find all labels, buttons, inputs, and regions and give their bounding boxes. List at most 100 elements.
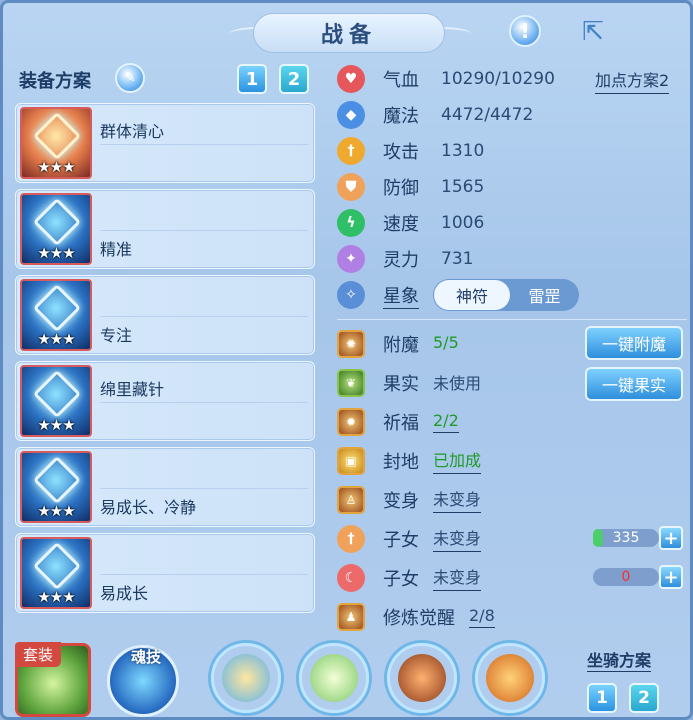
child-1-value: 335: [612, 530, 640, 546]
star-sign-icon: ✧: [337, 281, 365, 309]
stat-row-attack: † 攻击 1310: [337, 133, 687, 169]
divider: [100, 316, 308, 317]
page-title: 战备: [320, 23, 377, 48]
boots-icon: ★★★: [20, 537, 92, 609]
divider: [100, 488, 308, 489]
soul-skill-label: 魂技: [130, 648, 161, 666]
leaf-icon: [310, 654, 358, 702]
info-button[interactable]: !: [509, 15, 541, 47]
child-2-plus-button[interactable]: +: [659, 565, 683, 589]
status-label: 修炼觉醒: [383, 607, 455, 629]
status-row-fruit: ❦ 果实 未使用 一键果实: [337, 363, 687, 402]
stat-label: 灵力: [383, 250, 419, 271]
attributes-panel: 加点方案2 ♥ 气血 10290/10290 ◆ 魔法 4472/4472 † …: [337, 61, 687, 636]
share-icon: ⇱: [582, 17, 604, 47]
dancer-icon: [222, 654, 270, 702]
status-row-transform: ♙ 变身 未变身: [337, 480, 687, 519]
child-2-value: 0: [621, 569, 631, 585]
equip-card-name: 专注: [100, 326, 133, 345]
one-key-enchant-button[interactable]: 一键附魔: [585, 326, 683, 360]
beast-icon: [398, 654, 446, 702]
equip-card-name: 绵里藏针: [100, 380, 165, 399]
shield-icon: ⛊: [337, 173, 365, 201]
soul-skill-slot[interactable]: 魂技: [107, 645, 179, 717]
stat-label: 攻击: [383, 142, 419, 163]
equip-card[interactable]: ★★★ 绵里藏针: [15, 361, 315, 441]
status-row-blessing: ✹ 祈福 2/2: [337, 402, 687, 441]
suit-slot[interactable]: 套装: [15, 642, 91, 717]
share-button[interactable]: ⇱: [575, 17, 611, 47]
suit-label: 套装: [15, 642, 62, 667]
status-value[interactable]: 已加成: [433, 447, 482, 474]
stat-label: 速度: [383, 214, 419, 235]
status-value[interactable]: 2/8: [469, 606, 495, 628]
fruit-icon: ❦: [337, 368, 365, 397]
toggle-option-shenfu[interactable]: 神符: [434, 280, 510, 310]
heart-icon: ♥: [337, 65, 365, 93]
status-row-fief: ▣ 封地 已加成: [337, 441, 687, 480]
one-key-fruit-button[interactable]: 一键果实: [585, 367, 683, 401]
helmet-icon: ★★★: [20, 279, 92, 351]
child-1-bar: 335: [593, 529, 659, 547]
stat-label: 魔法: [383, 106, 419, 127]
star-sign-toggle[interactable]: 神符 雷罡: [433, 279, 579, 311]
edit-plan-button[interactable]: ✎: [115, 63, 145, 93]
equip-plan-title: 装备方案: [19, 71, 91, 92]
title-bar: 战备: [253, 13, 445, 53]
stat-value: 10290/10290: [441, 69, 555, 89]
equip-plan-1-button[interactable]: 1: [237, 64, 267, 94]
stat-value: 1310: [441, 141, 485, 161]
skill-orb-warrior[interactable]: [475, 643, 545, 713]
equip-plan-2-button[interactable]: 2: [279, 64, 309, 94]
blessing-icon: ✹: [337, 407, 365, 436]
pencil-icon: ✎: [124, 70, 136, 86]
status-value[interactable]: 2/2: [433, 411, 459, 433]
equip-card[interactable]: ★★★ 精准: [15, 189, 315, 269]
stat-value: 731: [441, 249, 474, 269]
stat-row-speed: ϟ 速度 1006: [337, 205, 687, 241]
child-1-plus-button[interactable]: +: [659, 526, 683, 550]
mount-plan-1-button[interactable]: 1: [587, 683, 617, 713]
sword-icon: †: [337, 137, 365, 165]
stat-label: 防御: [383, 178, 419, 199]
toggle-option-leigang[interactable]: 雷罡: [510, 283, 579, 307]
mount-plan-title: 坐骑方案: [587, 647, 652, 672]
stat-row-defense: ⛊ 防御 1565: [337, 169, 687, 205]
speed-icon: ϟ: [337, 209, 365, 237]
popsicle-icon: ★★★: [20, 107, 92, 179]
exclamation-icon: !: [520, 19, 530, 43]
crystal-icon: ★★★: [20, 193, 92, 265]
status-label: 祈福: [383, 412, 419, 434]
moon-icon: ☾: [337, 563, 365, 592]
stat-row-spirit: ✦ 灵力 731: [337, 241, 687, 277]
status-value[interactable]: 未变身: [433, 525, 482, 552]
equip-card[interactable]: ★★★ 专注: [15, 275, 315, 355]
stat-value: 1565: [441, 177, 485, 197]
child-1-bar-fill: [593, 529, 603, 547]
equip-card-name: 易成长、冷静: [100, 498, 197, 517]
star-sign-label[interactable]: 星象: [383, 282, 419, 309]
status-label: 子女: [383, 568, 419, 590]
status-row-child-2: ☾ 子女 未变身 0 +: [337, 558, 687, 597]
status-value[interactable]: 未变身: [433, 564, 482, 591]
child-icon: †: [337, 524, 365, 553]
divider: [100, 574, 308, 575]
skill-orb-leaf[interactable]: [299, 643, 369, 713]
status-label: 子女: [383, 529, 419, 551]
status-value[interactable]: 未变身: [433, 486, 482, 513]
skill-orb-figure[interactable]: [211, 643, 281, 713]
armor-icon: ★★★: [20, 365, 92, 437]
status-value: 5/5: [433, 333, 459, 352]
equip-card[interactable]: ★★★ 群体清心: [15, 103, 315, 183]
equip-card[interactable]: ★★★ 易成长、冷静: [15, 447, 315, 527]
divider: [100, 230, 308, 231]
equip-card[interactable]: ★★★ 易成长: [15, 533, 315, 613]
equipment-list: ★★★ 群体清心 ★★★ 精准 ★★★ 专注 ★★★ 绵里藏针 ★★★ 易成长、…: [15, 103, 315, 619]
mount-plan-2-button[interactable]: 2: [629, 683, 659, 713]
cultivation-icon: ♟: [337, 602, 365, 631]
skill-orb-beast[interactable]: [387, 643, 457, 713]
stat-label: 气血: [383, 70, 419, 91]
status-value: 未使用: [433, 373, 482, 393]
fief-icon: ▣: [337, 446, 365, 475]
status-label: 变身: [383, 490, 419, 512]
